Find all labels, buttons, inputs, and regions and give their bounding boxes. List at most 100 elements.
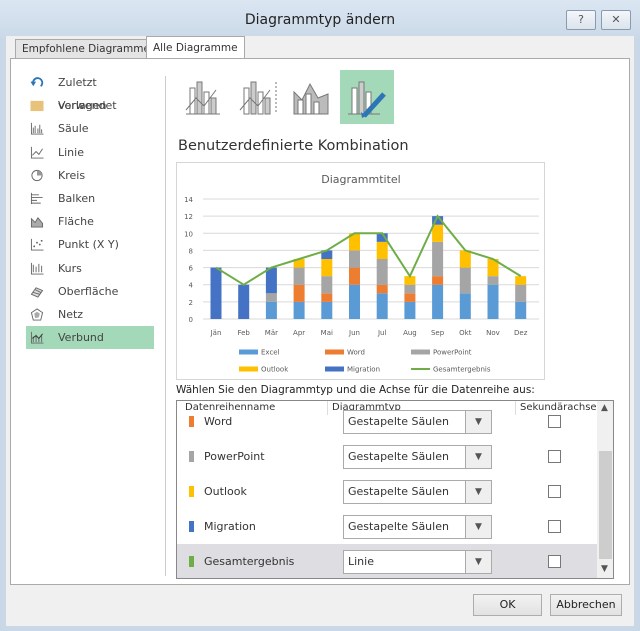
bar-migration — [238, 284, 250, 319]
line-chart-icon — [30, 146, 44, 159]
scroll-up-icon[interactable]: ▲ — [601, 403, 608, 413]
y-tick-label: 10 — [184, 230, 193, 238]
series-row[interactable]: PowerPoint Gestapelte Säulen ▼ — [177, 439, 597, 474]
series-row[interactable]: Word Gestapelte Säulen ▼ — [177, 404, 597, 439]
series-row[interactable]: Outlook Gestapelte Säulen ▼ — [177, 474, 597, 509]
secondary-axis-checkbox[interactable] — [548, 520, 561, 533]
sidebar-item-scatter-chart[interactable]: Punkt (X Y) — [26, 233, 154, 256]
sidebar-item-radar-chart[interactable]: Netz — [26, 303, 154, 326]
series-prompt: Wählen Sie den Diagrammtyp und die Achse… — [176, 384, 535, 396]
bar-outlook — [515, 276, 527, 285]
sidebar-item-bar-chart[interactable]: Balken — [26, 187, 154, 210]
bar-excel — [321, 301, 333, 319]
sidebar-item-label: Netz — [58, 308, 84, 321]
bar-excel — [459, 293, 471, 319]
divider — [165, 76, 166, 576]
radar-chart-icon — [30, 308, 44, 321]
scatter-chart-icon — [30, 239, 44, 251]
bar-powerpoint — [349, 250, 360, 268]
stock-chart-icon — [30, 262, 44, 275]
chart-type-value: Gestapelte Säulen — [348, 485, 449, 498]
bar-powerpoint — [293, 267, 305, 285]
combo-subtype-1-button[interactable] — [178, 70, 232, 124]
x-tick-label: Dez — [514, 329, 528, 337]
x-tick-label: Jun — [348, 329, 360, 337]
tab-recommended[interactable]: Empfohlene Diagramme — [15, 39, 157, 59]
pie-chart-icon — [31, 169, 43, 181]
sidebar-item-surface-chart[interactable]: Oberfläche — [26, 280, 154, 303]
combo-subtype-2-button[interactable] — [232, 70, 286, 124]
legend-swatch — [239, 366, 258, 372]
sidebar-item-label: Kreis — [58, 168, 86, 182]
window-title: Diagrammtyp ändern — [244, 12, 396, 28]
series-row[interactable]: Migration Gestapelte Säulen ▼ — [177, 509, 597, 544]
sidebar-item-line-chart[interactable]: Linie — [26, 141, 154, 164]
x-tick-label: Apr — [293, 329, 305, 337]
y-tick-label: 2 — [189, 299, 193, 307]
chevron-down-icon[interactable]: ▼ — [465, 411, 491, 433]
chart-type-value: Linie — [348, 555, 374, 568]
sidebar-item-stock-chart[interactable]: Kurs — [26, 257, 154, 280]
combo-subtype-3-button[interactable] — [286, 70, 340, 124]
sidebar-item-combo-chart[interactable]: Verbund — [26, 326, 154, 350]
bar-powerpoint — [376, 259, 388, 285]
bar-excel — [404, 301, 416, 319]
custom-combination-button[interactable] — [340, 70, 394, 124]
close-button[interactable]: ✕ — [601, 10, 631, 30]
sidebar-item-column-chart[interactable]: Säule — [26, 117, 154, 140]
secondary-axis-checkbox[interactable] — [548, 555, 561, 568]
scrollbar[interactable]: ▲ ▼ — [597, 401, 613, 578]
combo-chart-icon — [30, 332, 44, 344]
bar-excel — [349, 284, 360, 319]
chart-type-value: Gestapelte Säulen — [348, 450, 449, 463]
secondary-axis-checkbox[interactable] — [548, 485, 561, 498]
scroll-down-icon[interactable]: ▼ — [601, 564, 608, 574]
x-tick-label: Mai — [321, 329, 333, 337]
bar-migration — [265, 267, 277, 294]
bar-word — [432, 276, 444, 285]
sidebar-item-area-chart[interactable]: Fläche — [26, 210, 154, 233]
series-color-swatch — [189, 451, 194, 462]
chart-type-select[interactable]: Gestapelte Säulen ▼ — [343, 445, 492, 469]
series-color-swatch — [189, 521, 194, 532]
secondary-axis-checkbox[interactable] — [548, 450, 561, 463]
scroll-thumb[interactable] — [599, 451, 612, 559]
sidebar-item-label: Linie — [58, 145, 84, 159]
chart-type-select[interactable]: Linie ▼ — [343, 550, 492, 574]
bar-excel — [293, 301, 305, 319]
chevron-down-icon[interactable]: ▼ — [465, 446, 491, 468]
chevron-down-icon[interactable]: ▼ — [465, 551, 491, 573]
series-row[interactable]: Gesamtergebnis Linie ▼ — [177, 544, 597, 578]
sidebar-item-recent[interactable]: Zuletzt verwendet — [26, 71, 154, 112]
x-tick-label: Aug — [403, 329, 417, 337]
column-chart-icon — [30, 123, 44, 135]
sidebar-item-label: Balken — [58, 192, 96, 205]
sidebar-item-folder[interactable]: Vorlagen — [26, 94, 154, 117]
chart-type-select[interactable]: Gestapelte Säulen ▼ — [343, 410, 492, 434]
bar-powerpoint — [487, 276, 499, 285]
bar-powerpoint — [515, 284, 527, 302]
legend-swatch — [239, 349, 258, 355]
chart-title: Diagrammtitel — [321, 173, 400, 186]
tab-all-charts[interactable]: Alle Diagramme — [146, 36, 245, 60]
sidebar-item-label: Fläche — [58, 215, 94, 229]
sidebar-item-pie-chart[interactable]: Kreis — [26, 164, 154, 187]
bar-excel — [265, 301, 277, 319]
chart-type-select[interactable]: Gestapelte Säulen ▼ — [343, 480, 492, 504]
bar-migration — [210, 267, 222, 319]
chevron-down-icon[interactable]: ▼ — [465, 481, 491, 503]
y-tick-label: 4 — [189, 282, 194, 290]
help-button[interactable]: ? — [566, 10, 596, 30]
chart-type-select[interactable]: Gestapelte Säulen ▼ — [343, 515, 492, 539]
chevron-down-icon[interactable]: ▼ — [465, 516, 491, 538]
sidebar-item-label: Oberfläche — [58, 284, 119, 298]
bar-powerpoint — [404, 284, 416, 294]
area-chart-icon — [30, 217, 44, 228]
secondary-axis-checkbox[interactable] — [548, 415, 561, 428]
cancel-button[interactable]: Abbrechen — [550, 594, 622, 616]
legend-label: PowerPoint — [433, 349, 472, 357]
bar-outlook — [376, 241, 388, 259]
ok-button[interactable]: OK — [473, 594, 542, 616]
bar-powerpoint — [432, 241, 444, 277]
series-name: Word — [204, 415, 233, 428]
